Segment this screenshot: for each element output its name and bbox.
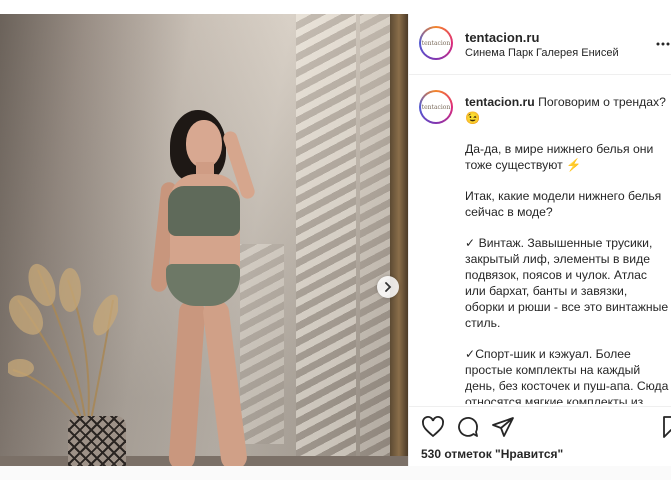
caption-paragraph-1: Да-да, в мире нижнего белья они тоже сущ…: [465, 142, 654, 172]
share-icon[interactable]: [491, 415, 515, 439]
avatar[interactable]: tentacion: [419, 26, 453, 60]
avatar-logo-text: tentacion: [421, 39, 451, 47]
caption-area: tentacion tentacion.ru Поговорим о тренд…: [409, 74, 671, 404]
model-top: [168, 186, 240, 236]
comment-icon[interactable]: [456, 415, 480, 439]
pampas-grass: [8, 263, 118, 426]
location[interactable]: Синема Парк Галерея Енисей: [465, 47, 619, 59]
caption-paragraph-2: Итак, какие модели нижнего белья сейчас …: [465, 189, 662, 219]
wooden-frame: [390, 14, 408, 466]
avatar-logo-text: tentacion: [421, 103, 451, 111]
post-photo[interactable]: [0, 14, 408, 466]
likes-count[interactable]: 530 отметок "Нравится": [421, 447, 563, 461]
window-light: [296, 14, 356, 466]
next-photo-button[interactable]: [377, 276, 399, 298]
avatar-inner: tentacion: [421, 92, 451, 122]
model-head: [186, 120, 222, 168]
avatar-inner: tentacion: [421, 28, 451, 58]
caption-paragraph-4: ✓Спорт-шик и кэжуал. Более простые компл…: [465, 347, 669, 404]
more-icon[interactable]: [656, 36, 670, 50]
caption-avatar[interactable]: tentacion: [419, 90, 453, 124]
post-actions: 530 отметок "Нравится": [409, 406, 671, 467]
window-light-3: [240, 244, 284, 444]
post-sidebar: tentacion tentacion.ru Синема Парк Галер…: [408, 14, 671, 466]
floor: [0, 456, 408, 466]
wire-vase: [68, 416, 126, 466]
window-light-2: [360, 14, 394, 466]
caption-paragraph-3: ✓ Винтаж. Завышенные трусики, закрытый л…: [465, 236, 669, 330]
username[interactable]: tentacion.ru: [465, 30, 539, 45]
caption-username[interactable]: tentacion.ru: [465, 95, 535, 109]
heart-icon[interactable]: [421, 415, 445, 439]
page-bottom: [0, 466, 671, 480]
chevron-right-icon: [385, 282, 392, 292]
caption-text: tentacion.ru Поговорим о трендах? 😉 Да-д…: [465, 94, 670, 404]
bookmark-icon[interactable]: [659, 415, 671, 439]
post-header: tentacion tentacion.ru Синема Парк Галер…: [409, 14, 671, 75]
